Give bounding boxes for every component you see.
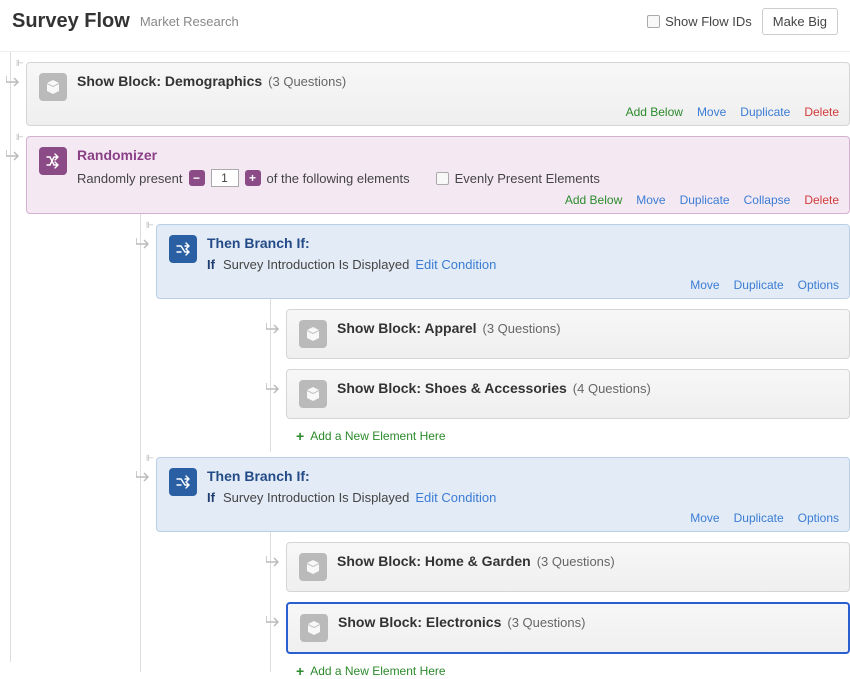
plus-icon: + — [296, 429, 304, 443]
connector-icon — [136, 471, 150, 483]
random-count-input[interactable]: 1 — [211, 169, 239, 187]
checkbox-icon — [647, 15, 660, 28]
branch-node[interactable]: Then Branch If: If Survey Introduction I… — [156, 457, 850, 532]
duplicate-link[interactable]: Duplicate — [740, 105, 790, 119]
question-count: (4 Questions) — [573, 381, 651, 396]
connector-icon — [136, 238, 150, 250]
block-title: Show Block: Apparel — [337, 320, 477, 336]
add-element-link[interactable]: + Add a New Element Here — [296, 664, 850, 678]
randomize-icon — [39, 147, 67, 175]
connector-icon — [266, 383, 280, 395]
options-link[interactable]: Options — [798, 511, 839, 525]
drag-stub[interactable]: ⊩ — [16, 58, 24, 69]
block-icon — [299, 380, 327, 408]
move-link[interactable]: Move — [690, 278, 719, 292]
question-count: (3 Questions) — [537, 554, 615, 569]
move-link[interactable]: Move — [636, 193, 665, 207]
branch-condition: Survey Introduction Is Displayed — [223, 257, 409, 272]
add-element-link[interactable]: + Add a New Element Here — [296, 429, 850, 443]
randomizer-node[interactable]: Randomizer Randomly present − 1 + of the… — [26, 136, 850, 214]
question-count: (3 Questions) — [268, 74, 346, 89]
add-below-link[interactable]: Add Below — [626, 105, 683, 119]
delete-link[interactable]: Delete — [804, 105, 839, 119]
survey-name: Market Research — [140, 14, 239, 29]
page-title: Survey Flow — [12, 10, 130, 33]
branch-node[interactable]: Then Branch If: If Survey Introduction I… — [156, 224, 850, 299]
random-prefix: Randomly present — [77, 171, 183, 186]
random-suffix: of the following elements — [267, 171, 410, 186]
connector-icon — [266, 323, 280, 335]
block-title: Show Block: Demographics — [77, 73, 262, 89]
branch-icon — [169, 235, 197, 263]
drag-stub[interactable]: ⊩ — [16, 132, 24, 143]
edit-condition-link[interactable]: Edit Condition — [415, 257, 496, 272]
increment-button[interactable]: + — [245, 170, 261, 186]
show-flow-ids-toggle[interactable]: Show Flow IDs — [647, 14, 752, 29]
even-checkbox[interactable] — [436, 172, 449, 185]
show-flow-ids-label: Show Flow IDs — [665, 14, 752, 29]
add-below-link[interactable]: Add Below — [565, 193, 622, 207]
block-icon — [299, 320, 327, 348]
block-title: Show Block: Home & Garden — [337, 553, 531, 569]
block-icon — [39, 73, 67, 101]
move-link[interactable]: Move — [690, 511, 719, 525]
block-apparel[interactable]: Show Block: Apparel (3 Questions) — [286, 309, 850, 359]
options-link[interactable]: Options — [798, 278, 839, 292]
block-electronics[interactable]: Show Block: Electronics (3 Questions) — [286, 602, 850, 654]
duplicate-link[interactable]: Duplicate — [734, 278, 784, 292]
if-label: If — [207, 257, 215, 272]
block-title: Show Block: Electronics — [338, 614, 501, 630]
flow-rail — [270, 272, 271, 452]
block-home-garden[interactable]: Show Block: Home & Garden (3 Questions) — [286, 542, 850, 592]
branch-condition: Survey Introduction Is Displayed — [223, 490, 409, 505]
add-element-label: Add a New Element Here — [310, 664, 445, 678]
duplicate-link[interactable]: Duplicate — [680, 193, 730, 207]
block-demographics[interactable]: Show Block: Demographics (3 Questions) A… — [26, 62, 850, 126]
connector-icon — [6, 76, 20, 88]
if-label: If — [207, 490, 215, 505]
duplicate-link[interactable]: Duplicate — [734, 511, 784, 525]
randomizer-title: Randomizer — [77, 147, 157, 163]
question-count: (3 Questions) — [483, 321, 561, 336]
drag-stub[interactable]: ⊩ — [146, 453, 154, 464]
block-icon — [300, 614, 328, 642]
flow-rail — [140, 182, 141, 672]
flow-rail — [10, 52, 11, 662]
make-bigger-button[interactable]: Make Big — [762, 8, 838, 35]
block-shoes[interactable]: Show Block: Shoes & Accessories (4 Quest… — [286, 369, 850, 419]
block-icon — [299, 553, 327, 581]
question-count: (3 Questions) — [507, 615, 585, 630]
edit-condition-link[interactable]: Edit Condition — [415, 490, 496, 505]
plus-icon: + — [296, 664, 304, 678]
branch-icon — [169, 468, 197, 496]
even-label: Evenly Present Elements — [455, 171, 600, 186]
branch-title: Then Branch If: — [207, 235, 310, 251]
delete-link[interactable]: Delete — [804, 193, 839, 207]
drag-stub[interactable]: ⊩ — [146, 220, 154, 231]
add-element-label: Add a New Element Here — [310, 429, 445, 443]
decrement-button[interactable]: − — [189, 170, 205, 186]
connector-icon — [6, 150, 20, 162]
connector-icon — [266, 616, 280, 628]
collapse-link[interactable]: Collapse — [744, 193, 791, 207]
branch-title: Then Branch If: — [207, 468, 310, 484]
block-title: Show Block: Shoes & Accessories — [337, 380, 567, 396]
connector-icon — [266, 556, 280, 568]
move-link[interactable]: Move — [697, 105, 726, 119]
